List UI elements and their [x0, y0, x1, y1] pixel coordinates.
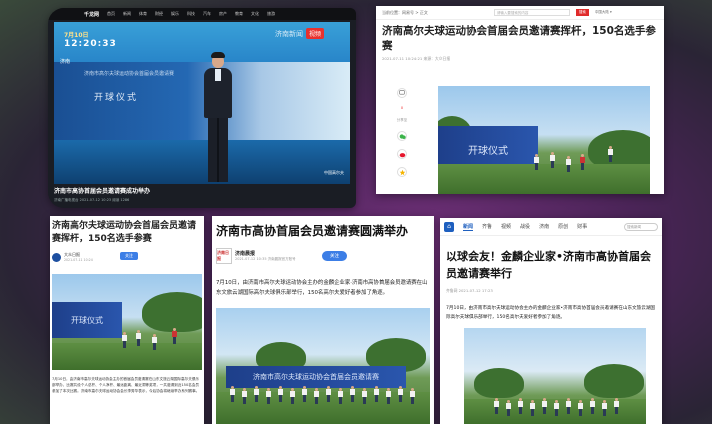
follow-button[interactable]: 关注 — [322, 251, 347, 261]
site-top-nav: 千龙网 首页 新闻 体育 财经 娱乐 科技 汽车 房产 教育 文化 旅游 — [48, 8, 356, 20]
nav-item[interactable]: 汽车 — [203, 11, 211, 17]
nav-item[interactable]: 首页 — [107, 11, 115, 17]
nav-item[interactable]: 新闻 — [123, 11, 131, 17]
wechat-icon[interactable] — [397, 131, 407, 141]
backdrop-title: 开球仪式 — [94, 93, 139, 103]
tab-video[interactable]: 视频 — [501, 223, 511, 230]
qzone-icon[interactable] — [397, 167, 407, 177]
author-name: 济南晨报 — [235, 251, 256, 257]
video-caption[interactable]: 济南市高协首届会员邀请赛成功举办 — [54, 186, 150, 195]
weibo-icon[interactable] — [397, 149, 407, 159]
comment-icon[interactable] — [397, 88, 407, 98]
channel-clock: 7月10日 12:20:33 — [64, 30, 117, 56]
event-banner: 济南市高尔夫球运动协会首届会员邀请赛 — [226, 366, 406, 388]
nav-item[interactable]: 娱乐 — [171, 11, 179, 17]
nav-item[interactable]: 体育 — [139, 11, 147, 17]
home-icon[interactable]: ⌂ — [444, 221, 454, 232]
share-rail: 0 分享至 — [394, 88, 410, 177]
article-photo — [464, 328, 646, 424]
search-input[interactable]: 请输入要搜索的内容 — [493, 9, 570, 16]
comment-count: 0 — [400, 106, 404, 110]
article-card-qilu: ⌂ 新闻 齐鲁 视频 战役 济南 原创 财事 搜索新闻 以球会友！金麟企业家•济… — [440, 218, 662, 424]
tab-battle[interactable]: 战役 — [520, 223, 530, 230]
breadcrumb[interactable]: 当前位置：网易号 > 正文 — [382, 10, 428, 16]
clock-time: 12:20:33 — [64, 39, 117, 49]
tab-original[interactable]: 原创 — [558, 223, 568, 230]
channel-name: 济南 — [60, 59, 71, 65]
article-photo: 开球仪式 — [438, 86, 650, 194]
tab-jinan[interactable]: 济南 — [539, 223, 549, 230]
nav-item[interactable]: 旅游 — [267, 11, 275, 17]
watermark-text: 济南新闻 — [274, 29, 303, 38]
channel-tabs: ⌂ 新闻 齐鲁 视频 战役 济南 原创 财事 搜索新闻 — [440, 218, 662, 236]
article-card-mobile: 济南高尔夫球运动协会首届会员邀请赛挥杆，150名选手参赛 大众日报 2021-0… — [50, 216, 204, 424]
tab-qilu[interactable]: 齐鲁 — [482, 223, 492, 230]
tab-finance[interactable]: 财事 — [577, 223, 587, 230]
backdrop-subtitle: 济南市高尔夫球运动协会首届会员邀请赛 — [84, 71, 175, 77]
event-banner: 开球仪式 — [52, 302, 122, 338]
article-card-jinan: 济南市高协首届会员邀请赛圆满举办 济南日报 济南晨报 2021-07-12 10… — [212, 216, 434, 424]
nav-item[interactable]: 教育 — [235, 11, 243, 17]
nav-item[interactable]: 科技 — [187, 11, 195, 17]
article-title: 济南高尔夫球运动协会首届会员邀请赛挥杆，150名选手参赛 — [382, 25, 656, 52]
video-meta: 济南广播电视台 2021-07-12 10:23 阅读 1286 — [54, 198, 130, 202]
article-title: 济南高尔夫球运动协会首届会员邀请赛挥杆，150名选手参赛 — [52, 221, 197, 244]
article-photo: 开球仪式 — [52, 274, 202, 370]
corner-logo: 中国高尔夫 — [324, 170, 344, 175]
article-body: 7月10日，由济南市高尔夫球运动协会主办的金麟企业家•济南市高协首届会员邀请赛在… — [446, 306, 656, 320]
article-card-netease: 当前位置：网易号 > 正文 请输入要搜索的内容 搜索 中国大陆 ▾ 济南高尔夫球… — [376, 6, 664, 194]
nav-item[interactable]: 房产 — [219, 11, 227, 17]
article-body: 7月10日，由济南市高尔夫球运动协会主办的金麟企业家·济南市高协首届会员邀请赛在… — [216, 280, 428, 296]
watermark: 济南新闻 视频 — [275, 28, 324, 39]
video-player[interactable]: 济南市高尔夫球运动协会首届会员邀请赛 开球仪式 7月10日 12:20:33 济… — [54, 22, 350, 184]
region-select[interactable]: 中国大陆 ▾ — [595, 10, 612, 15]
nav-item[interactable]: 财经 — [155, 11, 163, 17]
article-photo: 济南市高尔夫球运动协会首届会员邀请赛 — [216, 308, 430, 424]
news-anchor — [202, 52, 234, 184]
author-row[interactable]: 大众日报 2021-07-11 10:24 — [52, 252, 93, 262]
publish-time: 2021-07-12 10:35 济南晨报官方账号 — [235, 257, 296, 261]
search-input[interactable]: 搜索新闻 — [624, 222, 658, 231]
article-title: 以球会友！金麟企业家•济南市高协首届会员邀请赛举行 — [446, 250, 652, 280]
avatar — [52, 252, 61, 262]
site-brand[interactable]: 千龙网 — [84, 11, 99, 18]
article-header: 当前位置：网易号 > 正文 请输入要搜索的内容 搜索 中国大陆 ▾ — [376, 6, 664, 20]
author-logo: 济南日报 — [216, 248, 232, 264]
article-meta: 2021-07-11 10:24:21 来源：大众日报 — [382, 56, 451, 61]
follow-button[interactable]: 关注 — [120, 252, 138, 260]
article-meta: 齐鲁网 2021-07-12 17:23 — [446, 288, 493, 293]
video-news-card[interactable]: 千龙网 首页 新闻 体育 财经 娱乐 科技 汽车 房产 教育 文化 旅游 济南市… — [48, 8, 356, 208]
tab-news[interactable]: 新闻 — [463, 223, 474, 231]
video-badge: 视频 — [305, 28, 324, 39]
author-row[interactable]: 济南日报 济南晨报 2021-07-12 10:35 济南晨报官方账号 — [216, 248, 296, 264]
clock-date: 7月10日 — [64, 32, 89, 39]
share-label: 分享至 — [396, 118, 408, 122]
article-title: 济南市高协首届会员邀请赛圆满举办 — [216, 224, 409, 238]
article-body: 7月10日，由济南市高尔夫球运动协会主办的首届会员邀请赛在山东文旅云湖国际高尔夫… — [52, 377, 200, 393]
search-button[interactable]: 搜索 — [575, 9, 589, 16]
publish-time: 2021-07-11 10:24 — [64, 258, 93, 262]
nav-item[interactable]: 文化 — [251, 11, 259, 17]
